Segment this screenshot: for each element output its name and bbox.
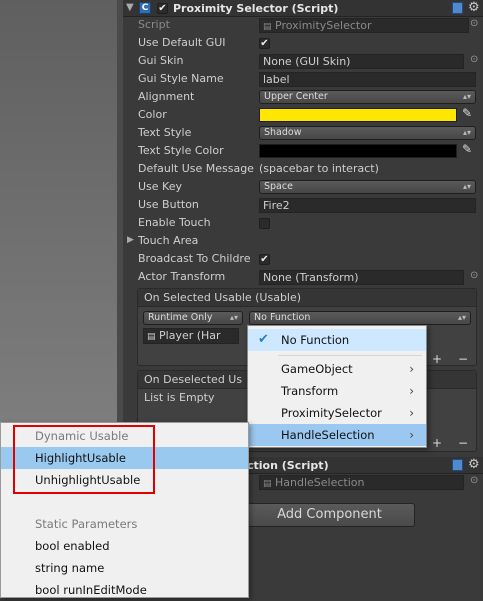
menu-item-proximityselector[interactable]: ProximitySelector › [248,402,426,424]
chevron-updown-icon: ▴▾ [457,313,466,322]
function-value: No Function [254,312,311,323]
menu-item-no-function[interactable]: ✔ No Function [248,329,426,351]
remove-listener-button[interactable]: − [458,352,468,366]
function-menu: ✔ No Function GameObject › Transform › P… [247,325,427,448]
use-key-value: Space [264,181,293,192]
chevron-updown-icon: ▴▾ [462,182,471,191]
broadcast-label: Broadcast To Childre [138,252,251,265]
touch-area-label[interactable]: Touch Area [138,234,198,247]
text-style-color-label: Text Style Color [138,144,224,157]
actor-transform-field[interactable]: None (Transform) [259,270,464,285]
text-style-value: Shadow [264,127,302,138]
function-dropdown[interactable]: No Function ▴▾ [249,311,471,325]
foldout-arrow-icon[interactable]: ▼ [126,2,134,13]
submenu-item-bool-enabled[interactable]: bool enabled [1,535,248,557]
script-icon: C [139,2,151,14]
eyedropper-icon[interactable]: ✎ [462,106,472,120]
list-empty-text: List is Empty [144,391,215,404]
script-field: ▤ ProximitySelector [259,18,469,33]
default-use-message-label: Default Use Message [138,162,254,175]
enable-touch-label: Enable Touch [138,216,211,229]
object-picker-icon[interactable]: ⊙ [470,54,478,65]
chevron-right-icon: › [409,406,414,420]
object-picker-icon[interactable]: ⊙ [470,475,478,486]
checkmark-icon: ✔ [258,332,269,347]
script-value: ProximitySelector [275,19,372,32]
event-target-field[interactable]: ▤ Player (Har [143,328,239,344]
component-title: Proximity Selector (Script) [173,2,339,15]
use-button-input[interactable]: Fire2 [259,198,476,213]
menu-item-label: HandleSelection [281,428,375,442]
chevron-updown-icon: ▴▾ [229,313,238,322]
event-target-value: Player (Har [159,329,221,342]
chevron-right-icon: › [409,384,414,398]
use-default-gui-checkbox[interactable]: ✔ [259,38,270,49]
text-style-color-swatch[interactable] [259,144,457,158]
gui-skin-field[interactable]: None (GUI Skin) [259,54,464,69]
use-button-label: Use Button [138,198,199,211]
alignment-dropdown[interactable]: Upper Center ▴▾ [259,90,476,104]
menu-item-label: Transform [281,384,339,398]
gui-skin-label: Gui Skin [138,54,184,67]
help-book-icon[interactable] [452,2,463,14]
script-label: Script [138,18,170,31]
broadcast-checkbox[interactable]: ✔ [259,254,270,265]
add-listener-button[interactable]: + [432,352,442,366]
eyedropper-icon[interactable]: ✎ [462,142,472,156]
runtime-dropdown[interactable]: Runtime Only ▴▾ [143,311,243,325]
add-listener-button[interactable]: + [432,436,442,450]
gear-icon[interactable]: ⚙ [468,457,480,472]
use-key-dropdown[interactable]: Space ▴▾ [259,180,476,194]
enable-touch-checkbox[interactable] [259,218,270,229]
menu-item-label: GameObject [281,362,353,376]
foldout-arrow-icon[interactable]: ▶ [127,235,134,245]
use-key-label: Use Key [138,180,182,193]
color-swatch[interactable] [259,108,457,122]
chevron-right-icon: › [409,428,414,442]
add-component-button[interactable]: Add Component [244,503,415,527]
menu-item-gameobject[interactable]: GameObject › [248,358,426,380]
alignment-value: Upper Center [264,91,328,102]
object-picker-icon[interactable]: ⊙ [470,270,478,281]
annotation-highlight-box [13,425,155,494]
script-field: ▤ HandleSelection [259,475,464,490]
chevron-updown-icon: ▴▾ [462,128,471,137]
gui-style-name-input[interactable]: label [259,72,476,87]
object-icon: ▤ [147,332,156,342]
text-style-label: Text Style [138,126,192,139]
on-selected-header: On Selected Usable (Usable) [138,289,476,307]
component-enabled-checkbox[interactable]: ✔ [157,3,168,14]
menu-item-transform[interactable]: Transform › [248,380,426,402]
default-use-message-value[interactable]: (spacebar to interact) [259,162,379,175]
menu-item-handleselection[interactable]: HandleSelection › [248,424,426,446]
text-style-dropdown[interactable]: Shadow ▴▾ [259,126,476,140]
chevron-right-icon: › [409,362,414,376]
use-default-gui-label: Use Default GUI [138,36,226,49]
actor-transform-label: Actor Transform [138,270,226,283]
script-file-icon: ▤ [263,22,272,32]
remove-listener-button[interactable]: − [458,436,468,450]
alignment-label: Alignment [138,90,195,103]
menu-separator [278,355,422,356]
menu-item-label: ProximitySelector [281,406,382,420]
script-value: HandleSelection [275,476,365,489]
second-component-title: ction (Script) [247,459,329,472]
runtime-value: Runtime Only [148,312,213,323]
script-file-icon: ▤ [263,479,272,489]
chevron-updown-icon: ▴▾ [462,92,471,101]
gear-icon[interactable]: ⚙ [468,0,480,15]
help-book-icon[interactable] [452,459,463,471]
object-picker-icon[interactable]: ⊙ [470,18,478,29]
gui-style-name-label: Gui Style Name [138,72,224,85]
submenu-group-static: Static Parameters [35,517,138,531]
submenu-item-string-name[interactable]: string name [1,557,248,579]
menu-item-label: No Function [281,333,350,347]
color-label: Color [138,108,167,121]
